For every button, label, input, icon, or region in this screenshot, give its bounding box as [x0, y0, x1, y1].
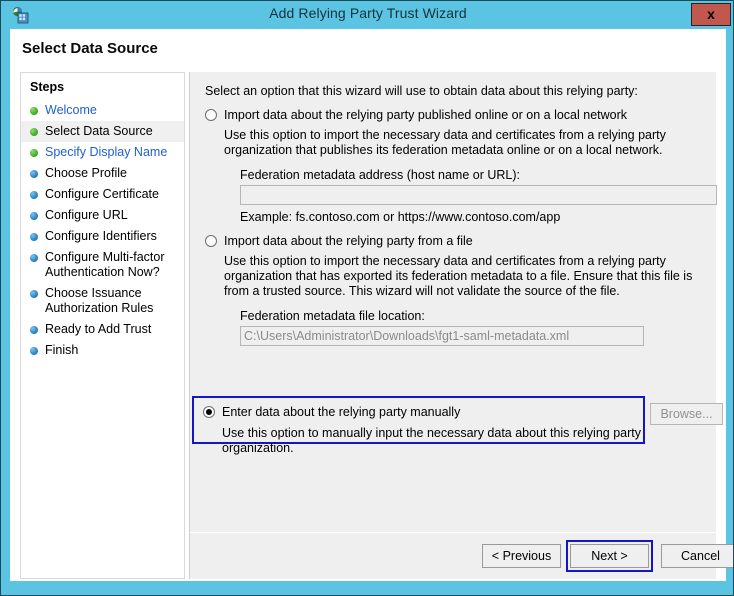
- sidebar-item-welcome[interactable]: Welcome: [21, 100, 184, 121]
- federation-metadata-file-input[interactable]: C:\Users\Administrator\Downloads\fgt1-sa…: [240, 326, 644, 346]
- instruction-text: Select an option that this wizard will u…: [205, 84, 638, 98]
- page-header: Select Data Source: [10, 29, 726, 69]
- sidebar-item-select-data-source[interactable]: Select Data Source: [21, 121, 184, 142]
- step-bullet-icon: [30, 107, 38, 115]
- radio-import-online-icon[interactable]: [205, 109, 217, 121]
- step-bullet-icon: [30, 170, 38, 178]
- sidebar-item-label: Welcome: [45, 103, 97, 117]
- option-enter-manually-description: Use this option to manually input the ne…: [222, 426, 641, 455]
- sidebar-item-label: Ready to Add Trust: [45, 322, 152, 336]
- federation-metadata-address-input[interactable]: [240, 185, 717, 205]
- step-bullet-icon: [30, 212, 38, 220]
- federation-metadata-address-label: Federation metadata address (host name o…: [240, 168, 520, 182]
- sidebar-item-ready-to-add-trust[interactable]: Ready to Add Trust: [21, 319, 184, 340]
- sidebar-item-configure-certificate[interactable]: Configure Certificate: [21, 184, 184, 205]
- option-enter-manually-label: Enter data about the relying party manua…: [222, 405, 461, 419]
- option-import-online-description: Use this option to import the necessary …: [224, 128, 666, 157]
- federation-metadata-address-hint: Example: fs.contoso.com or https://www.c…: [240, 210, 561, 224]
- federation-metadata-file-label: Federation metadata file location:: [240, 309, 425, 323]
- next-button[interactable]: Next >: [570, 544, 649, 568]
- sidebar-item-label: Configure URL: [45, 208, 128, 222]
- sidebar-item-choose-issuance-rules[interactable]: Choose Issuance Authorization Rules: [21, 283, 184, 319]
- step-bullet-icon: [30, 128, 38, 136]
- step-bullet-icon: [30, 149, 38, 157]
- option-enter-manually[interactable]: Enter data about the relying party manua…: [192, 396, 645, 455]
- sidebar-item-label: Configure Identifiers: [45, 229, 157, 243]
- sidebar-item-configure-url[interactable]: Configure URL: [21, 205, 184, 226]
- sidebar-item-label: Configure Certificate: [45, 187, 159, 201]
- option-import-online[interactable]: Import data about the relying party publ…: [205, 108, 717, 224]
- title-bar: Add Relying Party Trust Wizard x: [1, 1, 733, 29]
- step-bullet-icon: [30, 326, 38, 334]
- steps-sidebar: Steps Welcome Select Data Source Specify…: [20, 72, 185, 579]
- content-panel: Select an option that this wizard will u…: [189, 72, 733, 579]
- close-icon[interactable]: x: [691, 3, 731, 26]
- page-title: Select Data Source: [22, 40, 158, 57]
- sidebar-item-configure-identifiers[interactable]: Configure Identifiers: [21, 226, 184, 247]
- step-bullet-icon: [30, 254, 38, 262]
- step-bullet-icon: [30, 191, 38, 199]
- step-bullet-icon: [30, 347, 38, 355]
- wizard-window: Add Relying Party Trust Wizard x Select …: [0, 0, 734, 596]
- option-import-file[interactable]: Import data about the relying party from…: [205, 234, 705, 346]
- sidebar-item-label: Choose Profile: [45, 166, 127, 180]
- client-area: Select Data Source Steps Welcome Select …: [10, 29, 733, 581]
- options-area: Select an option that this wizard will u…: [190, 72, 723, 532]
- steps-list: Welcome Select Data Source Specify Displ…: [21, 100, 184, 361]
- sidebar-item-finish[interactable]: Finish: [21, 340, 184, 361]
- option-import-online-row[interactable]: Import data about the relying party publ…: [205, 108, 705, 122]
- sidebar-item-label: Configure Multi-factor Authentication No…: [45, 250, 165, 279]
- step-bullet-icon: [30, 233, 38, 241]
- sidebar-item-label: Specify Display Name: [45, 145, 168, 159]
- option-import-file-description: Use this option to import the necessary …: [224, 254, 693, 298]
- option-import-file-row[interactable]: Import data about the relying party from…: [205, 234, 705, 248]
- step-bullet-icon: [30, 290, 38, 298]
- cancel-button[interactable]: Cancel: [661, 544, 733, 568]
- sidebar-item-label: Select Data Source: [45, 124, 153, 138]
- sidebar-item-configure-mfa[interactable]: Configure Multi-factor Authentication No…: [21, 247, 184, 283]
- option-import-online-label: Import data about the relying party publ…: [224, 108, 628, 122]
- steps-heading: Steps: [30, 80, 65, 94]
- sidebar-item-label: Finish: [45, 343, 79, 357]
- sidebar-item-label: Choose Issuance Authorization Rules: [45, 286, 154, 315]
- sidebar-item-specify-display-name[interactable]: Specify Display Name: [21, 142, 184, 163]
- window-title: Add Relying Party Trust Wizard: [269, 5, 467, 21]
- browse-button[interactable]: Browse...: [650, 403, 723, 425]
- sidebar-item-choose-profile[interactable]: Choose Profile: [21, 163, 184, 184]
- radio-enter-manually-icon[interactable]: [203, 406, 215, 418]
- next-button-focus-ring: Next >: [566, 540, 653, 572]
- option-enter-manually-row[interactable]: Enter data about the relying party manua…: [203, 405, 643, 419]
- radio-import-file-icon[interactable]: [205, 235, 217, 247]
- previous-button[interactable]: < Previous: [482, 544, 561, 568]
- option-import-file-label: Import data about the relying party from…: [224, 234, 473, 248]
- footer-buttons: < Previous Next > Cancel: [190, 533, 733, 578]
